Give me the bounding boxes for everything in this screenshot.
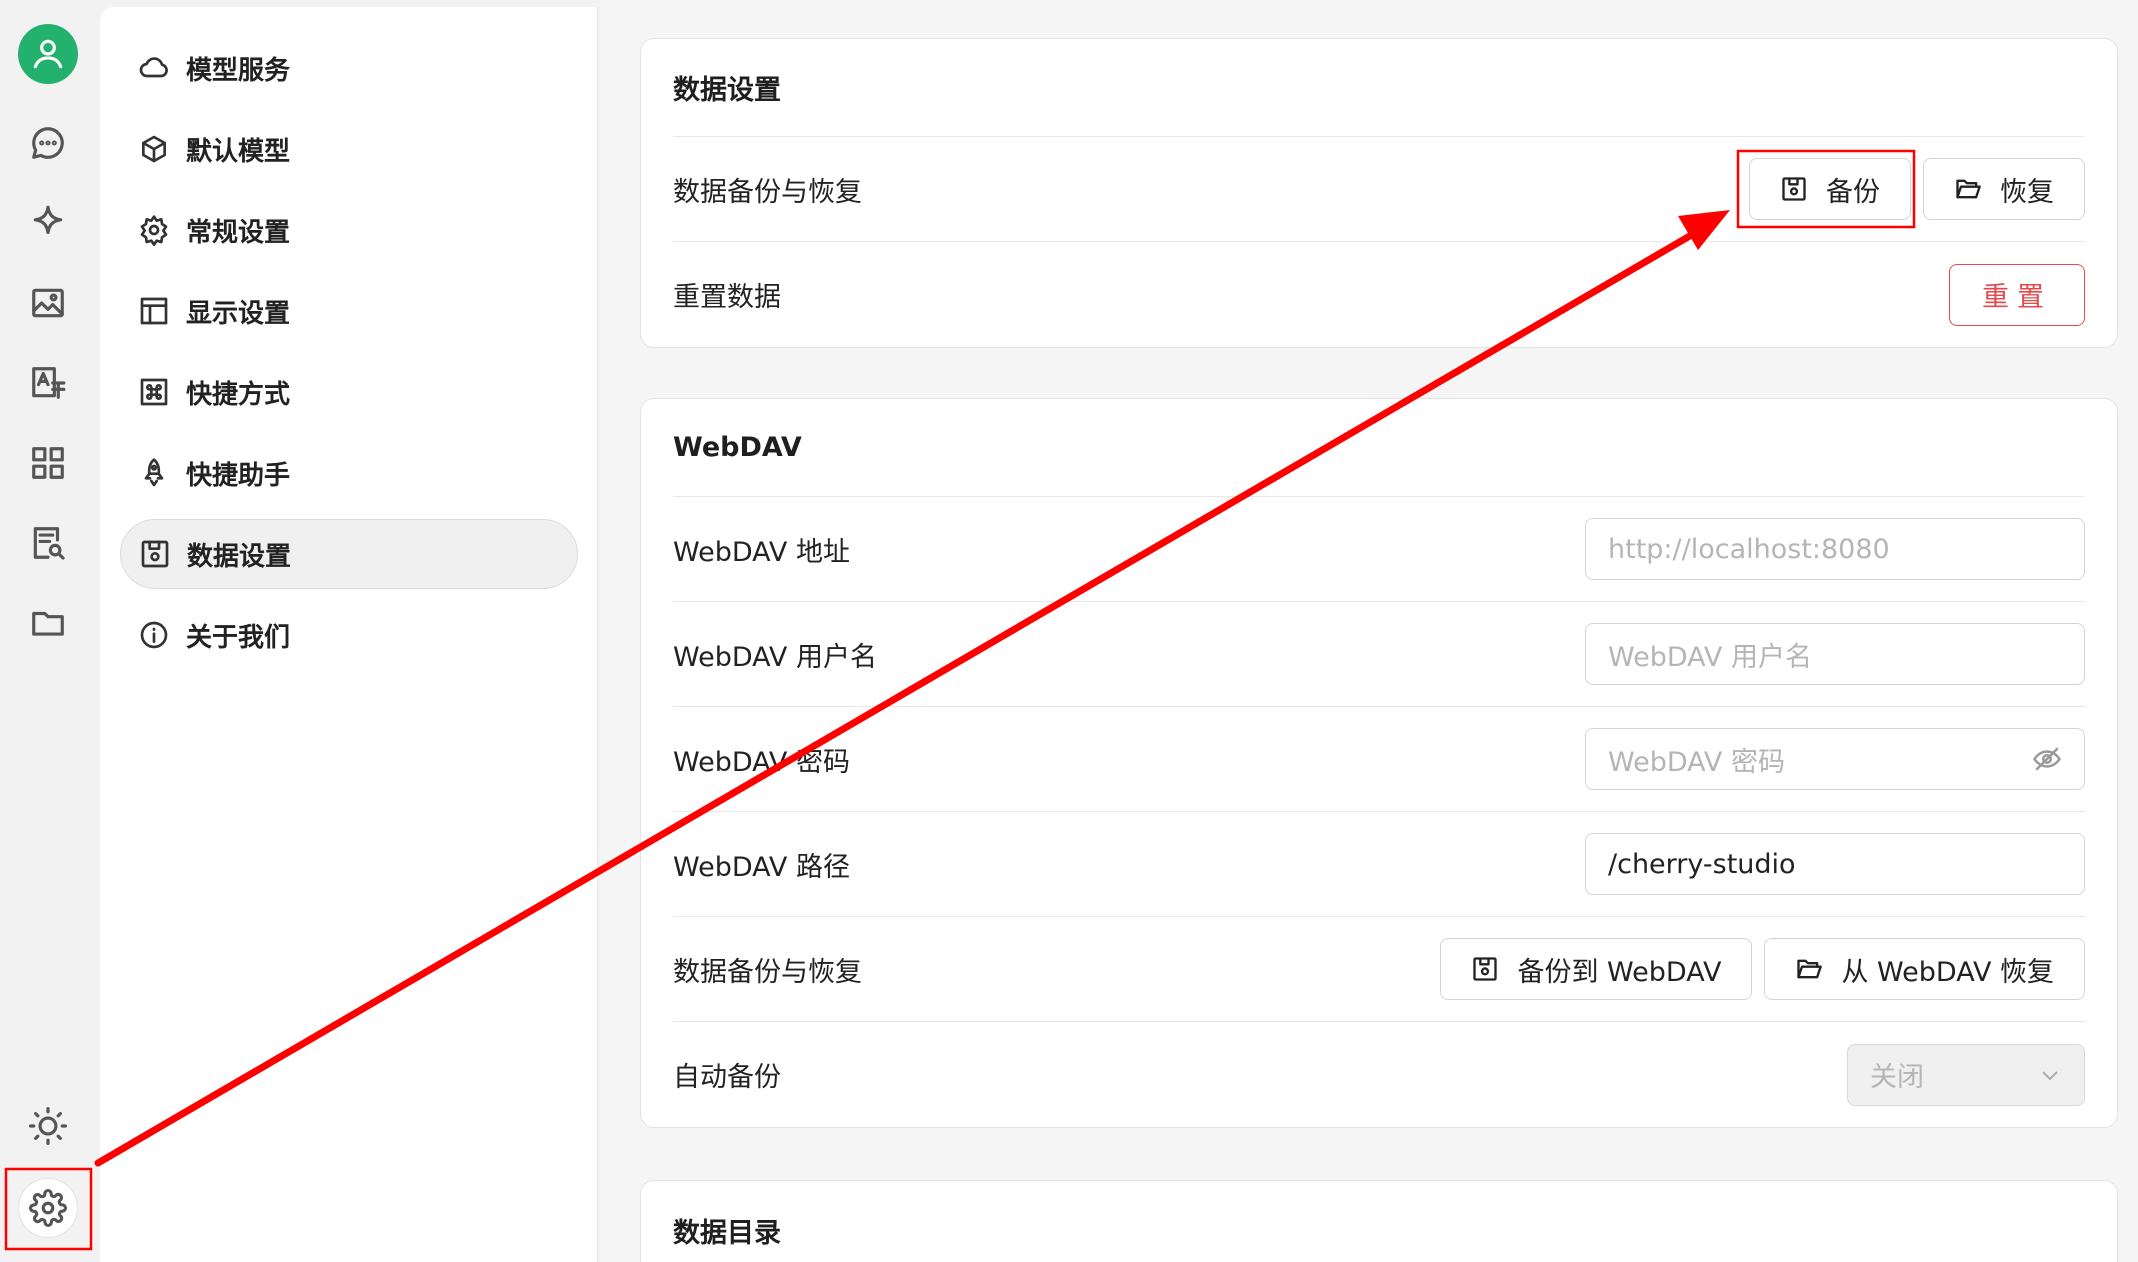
user-avatar-icon[interactable] xyxy=(18,24,78,84)
row-label: WebDAV 密码 xyxy=(673,746,850,778)
icon-rail xyxy=(0,0,96,1262)
webdav-url-input[interactable]: http://localhost:8080 xyxy=(1585,518,2085,580)
save-icon xyxy=(1782,177,1806,201)
backup-button[interactable]: 备份 xyxy=(1749,158,1911,220)
webdav-backup-row: 数据备份与恢复 备份到 WebDAV 从 WebDAV 恢复 xyxy=(673,917,2085,1022)
gear-icon[interactable] xyxy=(18,1178,78,1238)
info-icon xyxy=(140,621,168,649)
select-value: 关闭 xyxy=(1870,1062,1924,1093)
settings-content: 数据设置 数据备份与恢复 备份 恢复 重置数据 重置 WebDAV WebDAV… xyxy=(600,0,2138,1262)
sidebar-item-label: 快捷助手 xyxy=(186,460,291,491)
row-label: 重置数据 xyxy=(673,282,781,313)
apps-grid-icon[interactable] xyxy=(18,433,78,493)
row-label: WebDAV 地址 xyxy=(673,536,850,568)
webdav-password-input[interactable]: WebDAV 密码 xyxy=(1585,728,2085,790)
card-title: 数据目录 xyxy=(673,1217,781,1249)
webdav-path-row: WebDAV 路径 /cherry-studio xyxy=(673,812,2085,917)
input-placeholder: WebDAV 密码 xyxy=(1608,746,1785,778)
sidebar-item-label: 显示设置 xyxy=(186,298,291,329)
sidebar-item-default-model[interactable]: 默认模型 xyxy=(120,114,578,184)
folder-icon[interactable] xyxy=(18,593,78,653)
card-title: 数据设置 xyxy=(673,39,2085,137)
chat-bubble-icon[interactable] xyxy=(18,113,78,173)
settings-sidebar: 模型服务 默认模型 常规设置 显示设置 快捷方式 快捷助手 数据设置 关于我们 xyxy=(100,7,598,1262)
button-label: 备份 xyxy=(1826,176,1880,208)
button-label: 从 WebDAV 恢复 xyxy=(1841,956,2054,988)
layout-icon xyxy=(140,297,168,325)
sparkle-icon[interactable] xyxy=(18,193,78,253)
save-icon xyxy=(1473,957,1498,981)
row-label: 数据备份与恢复 xyxy=(673,956,862,988)
button-label: 恢复 xyxy=(2000,176,2054,208)
sidebar-item-label: 快捷方式 xyxy=(186,379,291,410)
sidebar-item-quick-assistant[interactable]: 快捷助手 xyxy=(120,438,578,508)
webdav-username-input[interactable]: WebDAV 用户名 xyxy=(1585,623,2085,685)
image-icon[interactable] xyxy=(18,273,78,333)
reset-data-row: 重置数据 重置 xyxy=(673,242,2085,347)
eye-off-icon[interactable] xyxy=(2032,744,2062,774)
sun-icon[interactable] xyxy=(18,1096,78,1156)
webdav-password-row: WebDAV 密码 WebDAV 密码 xyxy=(673,707,2085,812)
sidebar-item-about[interactable]: 关于我们 xyxy=(120,600,578,670)
sidebar-item-data-settings[interactable]: 数据设置 xyxy=(120,519,578,589)
rocket-icon xyxy=(144,458,164,487)
restore-button[interactable]: 恢复 xyxy=(1923,158,2085,220)
auto-backup-select[interactable]: 关闭 xyxy=(1847,1043,2085,1106)
sidebar-item-label: 数据设置 xyxy=(187,541,292,572)
reset-button[interactable]: 重置 xyxy=(1949,263,2085,326)
sidebar-item-shortcuts[interactable]: 快捷方式 xyxy=(120,357,578,427)
webdav-user-row: WebDAV 用户名 WebDAV 用户名 xyxy=(673,602,2085,707)
backup-to-webdav-button[interactable]: 备份到 WebDAV xyxy=(1440,938,1753,1000)
cloud-icon xyxy=(139,57,168,78)
folder-open-icon xyxy=(1797,959,1823,979)
chevron-down-icon xyxy=(2042,1070,2058,1080)
restore-from-webdav-button[interactable]: 从 WebDAV 恢复 xyxy=(1764,938,2085,1000)
sidebar-item-label: 默认模型 xyxy=(186,136,291,167)
document-search-icon[interactable] xyxy=(18,513,78,573)
command-icon xyxy=(140,378,168,406)
webdav-card: WebDAV WebDAV 地址 http://localhost:8080 W… xyxy=(640,398,2118,1128)
webdav-url-row: WebDAV 地址 http://localhost:8080 xyxy=(673,497,2085,602)
save-icon xyxy=(141,540,169,568)
row-label: WebDAV 路径 xyxy=(673,851,850,883)
button-label: 备份到 WebDAV xyxy=(1517,956,1722,988)
webdav-path-input[interactable]: /cherry-studio xyxy=(1585,833,2085,895)
card-title: WebDAV xyxy=(673,399,2085,497)
data-directory-card: 数据目录 xyxy=(640,1180,2118,1262)
sidebar-item-display-settings[interactable]: 显示设置 xyxy=(120,276,578,346)
sidebar-item-model-service[interactable]: 模型服务 xyxy=(120,33,578,103)
auto-backup-row: 自动备份 关闭 xyxy=(673,1022,2085,1127)
row-label: 数据备份与恢复 xyxy=(673,176,862,208)
gear-icon xyxy=(140,215,168,246)
sidebar-item-general-settings[interactable]: 常规设置 xyxy=(120,195,578,265)
row-label: 自动备份 xyxy=(673,1062,781,1093)
sidebar-item-label: 模型服务 xyxy=(186,55,291,86)
row-label: WebDAV 用户名 xyxy=(673,641,877,673)
folder-open-icon xyxy=(1956,179,1981,199)
sidebar-item-label: 关于我们 xyxy=(186,622,291,653)
cube-icon xyxy=(142,135,166,163)
backup-restore-row: 数据备份与恢复 备份 恢复 xyxy=(673,137,2085,242)
sidebar-item-label: 常规设置 xyxy=(186,217,291,248)
translate-icon[interactable] xyxy=(18,353,78,413)
data-settings-card: 数据设置 数据备份与恢复 备份 恢复 重置数据 重置 xyxy=(640,38,2118,348)
